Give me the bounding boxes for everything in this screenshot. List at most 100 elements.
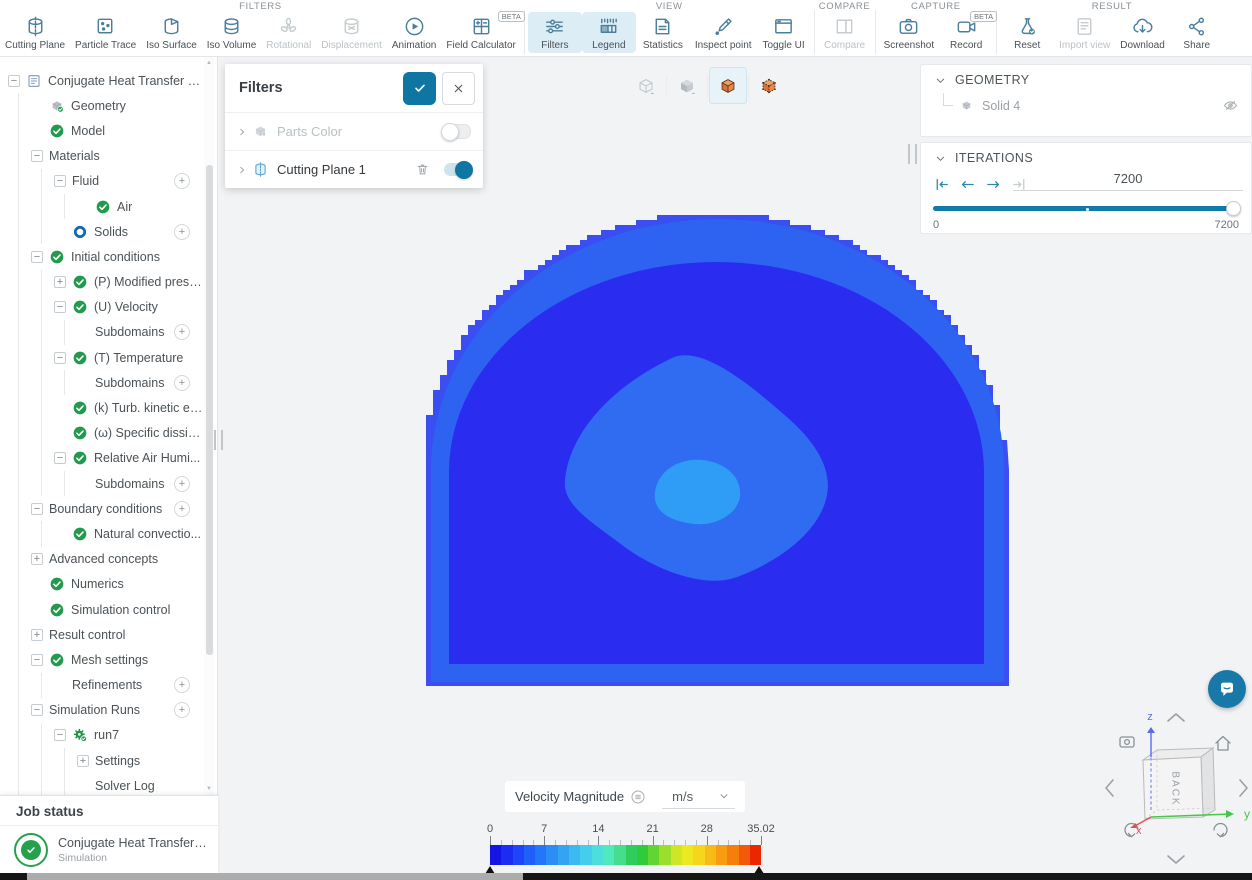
tree-item-solver-log[interactable]: Solver Log: [0, 773, 204, 795]
tree-item-t-temperature[interactable]: − (T) Temperature: [0, 345, 204, 371]
toolbar-button-inspect-point[interactable]: Inspect point: [690, 12, 757, 53]
tree-item-settings[interactable]: + Settings: [0, 748, 204, 774]
tree-item-advanced-concepts[interactable]: + Advanced concepts: [0, 546, 204, 572]
scrollbar-thumb[interactable]: [205, 165, 213, 655]
chevron-right-icon[interactable]: [237, 165, 247, 175]
nav-rotate-down-icon[interactable]: [1167, 855, 1185, 864]
render-mode-surface-solid-button[interactable]: [709, 67, 747, 104]
tree-item-subdomains[interactable]: Subdomains +: [0, 319, 204, 346]
field-name-label[interactable]: Velocity Magnitude: [515, 789, 624, 804]
visibility-toggle[interactable]: [441, 122, 471, 141]
collapse-icon[interactable]: −: [54, 452, 66, 465]
collapse-icon[interactable]: −: [54, 175, 66, 188]
collapse-icon[interactable]: −: [31, 704, 43, 717]
nav-rotate-right-icon[interactable]: [1239, 779, 1248, 797]
visibility-toggle[interactable]: [444, 160, 473, 179]
toolbar-button-reset[interactable]: Reset: [1000, 12, 1054, 53]
toolbar-button-share[interactable]: Share: [1170, 12, 1224, 53]
support-chat-button[interactable]: [1208, 670, 1246, 708]
tree-item-specific-dissipa[interactable]: (ω) Specific dissipa...: [0, 420, 204, 447]
tree-item-run7[interactable]: − run7: [0, 722, 204, 749]
tree-item-result-control[interactable]: + Result control: [0, 622, 204, 648]
tree-item-subdomains[interactable]: Subdomains +: [0, 370, 204, 396]
render-mode-wireframe-button[interactable]: [627, 67, 665, 104]
close-button[interactable]: [442, 71, 475, 105]
toolbar-button-animation[interactable]: Animation: [387, 12, 441, 53]
navigation-cube[interactable]: BACK z y x: [1096, 706, 1252, 870]
collapse-icon[interactable]: −: [31, 150, 43, 163]
tree-item-boundary-conditions[interactable]: − Boundary conditions +: [0, 496, 204, 522]
tree-item-conjugate-heat-transfer-i[interactable]: − Conjugate Heat Transfer (I...: [0, 68, 204, 93]
tree-item-solids[interactable]: Solids +: [0, 219, 204, 245]
tree-item-relative-air-humi[interactable]: − Relative Air Humi...: [0, 445, 204, 472]
collapse-icon[interactable]: −: [31, 502, 43, 515]
filter-row-cutting-plane-1[interactable]: Cutting Plane 1: [225, 150, 483, 188]
toolbar-button-iso-surface[interactable]: Iso Surface: [141, 12, 202, 53]
slider-thumb[interactable]: [1226, 201, 1241, 216]
add-button[interactable]: +: [174, 173, 190, 190]
tree-item-u-velocity[interactable]: − (U) Velocity: [0, 294, 204, 321]
tree-item-geometry[interactable]: Geometry: [0, 93, 204, 119]
chevron-down-icon[interactable]: [935, 153, 946, 164]
sidebar-resize-handle[interactable]: [214, 430, 223, 450]
right-panel-resize-handle[interactable]: [908, 144, 917, 164]
next-iteration-button[interactable]: [985, 176, 1002, 193]
toolbar-button-particle-trace[interactable]: Particle Trace: [70, 12, 141, 53]
collapse-icon[interactable]: −: [8, 74, 20, 87]
job-status-item[interactable]: Conjugate Heat Transfer (IB... Simulatio…: [0, 826, 218, 867]
iteration-value-input[interactable]: 7200: [1013, 171, 1243, 191]
collapse-icon[interactable]: −: [31, 250, 43, 263]
tree-item-refinements[interactable]: Refinements +: [0, 672, 204, 698]
toolbar-button-download[interactable]: Download: [1115, 12, 1169, 53]
add-button[interactable]: +: [174, 702, 190, 719]
trash-icon[interactable]: [415, 162, 430, 177]
toolbar-button-toggle-ui[interactable]: Toggle UI: [757, 12, 811, 53]
nav-projection-camera-icon[interactable]: [1119, 736, 1135, 748]
toolbar-button-filters[interactable]: Filters: [527, 12, 582, 53]
previous-iteration-button[interactable]: [959, 176, 976, 193]
tree-item-materials[interactable]: − Materials: [0, 143, 204, 169]
tree-item-model[interactable]: Model: [0, 118, 204, 144]
apply-button[interactable]: [403, 71, 436, 105]
expand-icon[interactable]: +: [31, 628, 43, 641]
scroll-up-icon[interactable]: ▲: [204, 60, 214, 66]
visibility-eye-icon[interactable]: [1222, 97, 1239, 114]
unit-dropdown[interactable]: m/s: [662, 784, 735, 809]
toolbar-button-cutting-plane[interactable]: Cutting Plane: [0, 12, 70, 53]
tree-item-p-modified-press[interactable]: + (P) Modified press...: [0, 269, 204, 295]
chevron-right-icon[interactable]: [237, 127, 247, 137]
toolbar-button-screenshot[interactable]: Screenshot: [879, 12, 940, 53]
render-mode-surface-button[interactable]: [668, 67, 706, 104]
add-button[interactable]: +: [174, 677, 190, 694]
filter-row-parts-color[interactable]: Parts Color: [225, 112, 483, 150]
add-button[interactable]: +: [174, 223, 190, 240]
tree-item-simulation-control[interactable]: Simulation control: [0, 596, 204, 623]
expand-icon[interactable]: +: [31, 553, 43, 566]
tree-item-subdomains[interactable]: Subdomains +: [0, 471, 204, 497]
tree-item-numerics[interactable]: Numerics: [0, 571, 204, 598]
tree-item-simulation-runs[interactable]: − Simulation Runs +: [0, 697, 204, 724]
scroll-down-icon[interactable]: ▼: [204, 786, 214, 792]
nav-rotate-up-icon[interactable]: [1167, 713, 1185, 722]
expand-icon[interactable]: +: [77, 754, 89, 767]
collapse-icon[interactable]: −: [54, 301, 66, 314]
toolbar-button-statistics[interactable]: Statistics: [636, 12, 690, 53]
collapse-icon[interactable]: −: [54, 351, 66, 364]
toolbar-button-iso-volume[interactable]: Iso Volume: [202, 12, 261, 53]
toolbar-button-legend[interactable]: Legend: [581, 12, 636, 53]
tree-item-initial-conditions[interactable]: − Initial conditions: [0, 244, 204, 270]
tree-item-natural-convectio[interactable]: Natural convectio...: [0, 521, 204, 547]
toolbar-button-record[interactable]: Record BETA: [939, 11, 998, 53]
add-button[interactable]: +: [174, 500, 190, 517]
add-button[interactable]: +: [174, 324, 190, 341]
sidebar-scrollbar[interactable]: ▲ ▼: [204, 57, 214, 795]
geometry-item-solid4[interactable]: Solid 4: [943, 93, 1239, 114]
tree-item-mesh-settings[interactable]: − Mesh settings: [0, 647, 204, 673]
render-mode-solid-wireframe-button[interactable]: [750, 67, 788, 104]
nav-home-icon[interactable]: [1215, 735, 1231, 751]
field-menu-icon[interactable]: [630, 789, 646, 805]
chevron-down-icon[interactable]: [935, 75, 946, 86]
skip-to-first-button[interactable]: [933, 176, 950, 193]
add-button[interactable]: +: [174, 475, 190, 492]
tree-item-k-turb-kinetic-en[interactable]: (k) Turb. kinetic en...: [0, 395, 204, 421]
